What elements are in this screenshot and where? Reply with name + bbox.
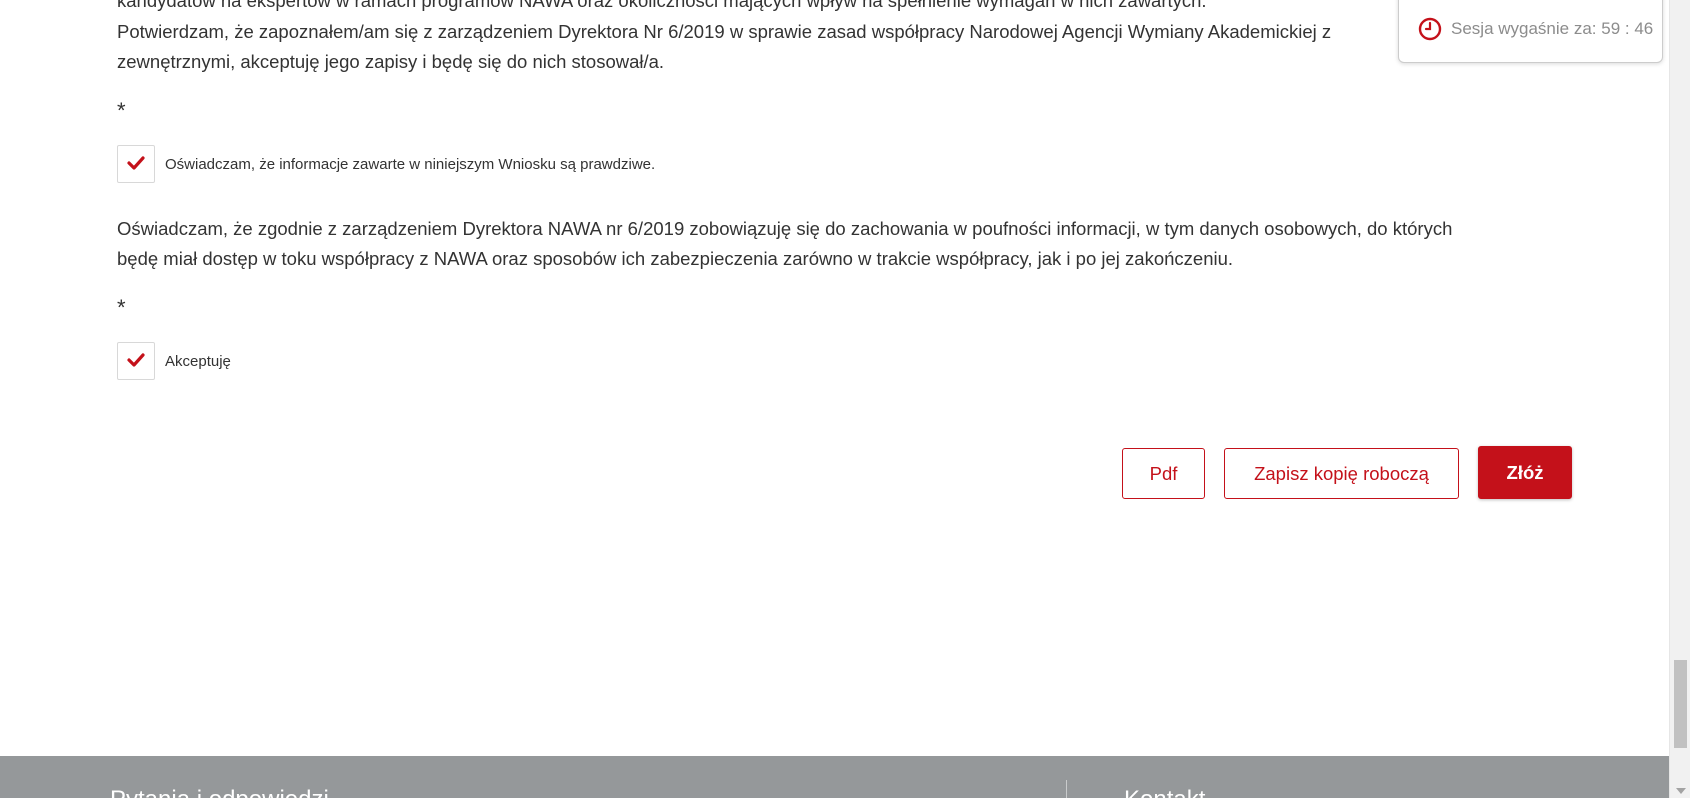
vertical-scrollbar[interactable]: [1669, 0, 1690, 798]
required-asterisk: *: [117, 295, 126, 320]
consent-text-cut: kandydatów na ekspertów w ramach program…: [117, 0, 1207, 11]
checkmark-icon: [127, 352, 145, 370]
submit-button[interactable]: Złóż: [1478, 446, 1572, 499]
session-timer: Sesja wygaśnie za: 59 : 46: [1398, 0, 1663, 63]
consent-text-2-line1: Oświadczam, że zgodnie z zarządzeniem Dy…: [117, 218, 1453, 239]
footer-faq-heading[interactable]: Pytania i odpowiedzi: [110, 786, 329, 798]
consent-text-1-line1: Potwierdzam, że zapoznałem/am się z zarz…: [117, 21, 1332, 42]
required-asterisk: *: [117, 98, 126, 123]
checkbox-row-truthful[interactable]: Oświadczam, że informacje zawarte w nini…: [117, 145, 655, 183]
consent-text-2-line2: będę miał dostęp w toku współpracy z NAW…: [117, 248, 1234, 269]
session-timer-text: Sesja wygaśnie za: 59 : 46: [1451, 18, 1654, 38]
clock-icon: [1418, 17, 1442, 41]
page: kandydatów na ekspertów w ramach program…: [0, 0, 1690, 798]
accept-checkbox-label: Akceptuję: [165, 352, 231, 370]
consent-text-1-line2: zewnętrznymi, akceptuję jego zapisy i bę…: [117, 51, 665, 72]
scroll-down-arrow-icon[interactable]: [1676, 788, 1686, 794]
pdf-button[interactable]: Pdf: [1122, 448, 1205, 499]
checkmark-icon: [127, 155, 145, 173]
footer-divider: [1066, 780, 1067, 798]
save-draft-button[interactable]: Zapisz kopię roboczą: [1224, 448, 1459, 499]
footer-contact-heading[interactable]: Kontakt: [1124, 786, 1205, 798]
accept-checkbox[interactable]: [117, 342, 155, 380]
scrollbar-thumb[interactable]: [1674, 660, 1687, 748]
truthful-checkbox[interactable]: [117, 145, 155, 183]
truthful-checkbox-label: Oświadczam, że informacje zawarte w nini…: [165, 155, 656, 173]
footer: Pytania i odpowiedzi Kontakt: [0, 756, 1669, 798]
checkbox-row-accept[interactable]: Akceptuję: [117, 342, 231, 380]
